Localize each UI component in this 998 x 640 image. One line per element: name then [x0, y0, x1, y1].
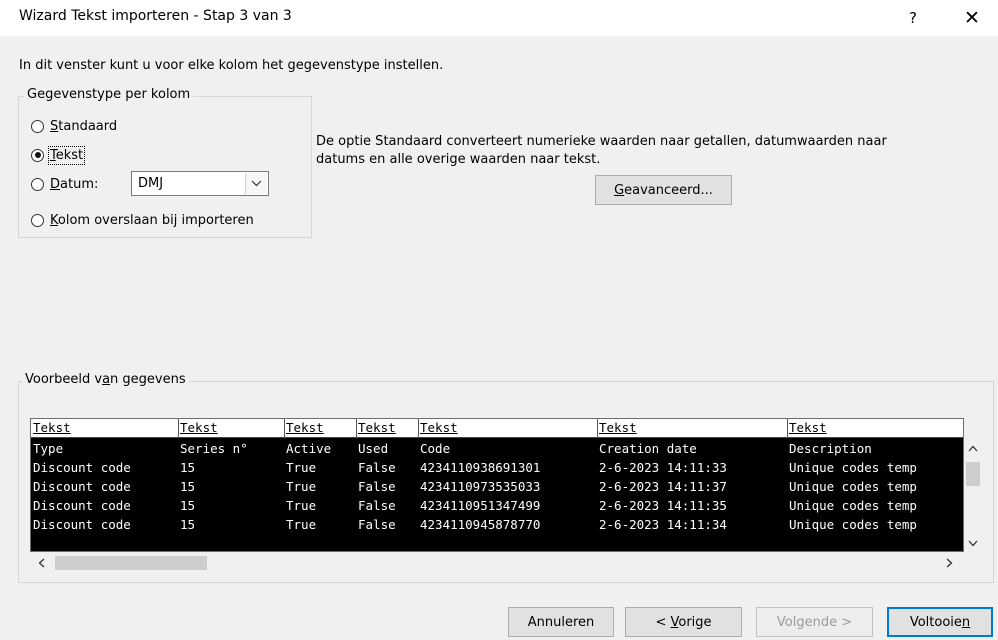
table-cell: True [286, 460, 317, 475]
column-header[interactable]: Tekst [787, 419, 963, 437]
back-button[interactable]: < Vorige [625, 607, 742, 637]
table-cell: Series n° [180, 441, 248, 456]
column-divider [787, 419, 788, 438]
table-cell: 15 [180, 479, 196, 494]
scroll-right-icon[interactable] [946, 557, 953, 572]
table-cell: Unique codes temp [789, 498, 917, 513]
radio-tekst-label: Tekst [47, 145, 86, 165]
date-format-value: DMJ [138, 176, 164, 191]
advanced-button-label: Geavanceerd... [614, 182, 713, 198]
table-cell: 15 [180, 460, 196, 475]
scroll-up-icon[interactable] [968, 441, 978, 456]
column-divider [418, 419, 419, 438]
scroll-left-icon[interactable] [38, 557, 45, 572]
radio-kolom-overslaan-label: Kolom overslaan bij importeren [50, 212, 254, 228]
table-cell: 15 [180, 517, 196, 532]
table-cell: True [286, 498, 317, 513]
finish-button-label: Voltooien [909, 614, 971, 630]
radio-datum[interactable]: Datum: [31, 174, 98, 194]
preview-data-area[interactable]: Type Series n° Active Used Code Creation… [31, 438, 963, 551]
table-cell: True [286, 479, 317, 494]
radio-tekst[interactable]: Tekst [31, 145, 86, 165]
table-cell: False [358, 479, 396, 494]
table-cell: False [358, 517, 396, 532]
description-line-2: datums en alle overige waarden naar teks… [316, 152, 601, 167]
table-cell: Discount code [33, 479, 131, 494]
column-header[interactable]: Tekst [356, 419, 418, 437]
window-title: Wizard Tekst importeren - Stap 3 van 3 [19, 8, 292, 24]
column-header[interactable]: Tekst [597, 419, 787, 437]
back-button-label: < Vorige [655, 614, 712, 630]
vertical-scrollbar[interactable] [964, 438, 982, 552]
table-cell: Type [33, 441, 64, 456]
column-header[interactable]: Tekst [418, 419, 597, 437]
next-button-label: Volgende > [776, 614, 853, 630]
help-icon: ? [909, 9, 917, 27]
radio-kolom-overslaan[interactable]: Kolom overslaan bij importeren [31, 210, 254, 230]
cancel-button[interactable]: Annuleren [508, 607, 614, 637]
intro-text: In dit venster kunt u voor elke kolom he… [19, 58, 444, 73]
cancel-button-label: Annuleren [527, 614, 595, 630]
table-cell: Unique codes temp [789, 517, 917, 532]
table-cell: 4234110945878770 [420, 517, 541, 532]
column-divider [178, 419, 179, 438]
standard-description: De optie Standaard converteert numerieke… [316, 133, 887, 169]
table-cell: 2-6-2023 14:11:37 [599, 479, 727, 494]
date-format-select[interactable]: DMJ [131, 171, 269, 196]
table-cell: True [286, 517, 317, 532]
radio-datum-label: Datum: [50, 176, 99, 192]
preview-legend: Voorbeeld van gegevens [22, 372, 189, 387]
table-cell: Discount code [33, 517, 131, 532]
table-cell: False [358, 460, 396, 475]
column-divider [284, 419, 285, 438]
table-cell: Discount code [33, 498, 131, 513]
title-bar: Wizard Tekst importeren - Stap 3 van 3 ?… [0, 0, 998, 36]
table-cell: Unique codes temp [789, 479, 917, 494]
radio-datum-circle[interactable] [31, 177, 44, 191]
table-cell: Used [358, 441, 389, 456]
table-cell: False [358, 498, 396, 513]
radio-standaard-circle[interactable] [31, 119, 44, 133]
preview-header-row: Tekst Tekst Tekst Tekst Tekst Tekst Teks… [31, 419, 963, 438]
table-cell: Creation date [599, 441, 697, 456]
help-button[interactable]: ? [895, 4, 931, 32]
data-preview[interactable]: Tekst Tekst Tekst Tekst Tekst Tekst Teks… [30, 418, 964, 552]
table-cell: 15 [180, 498, 196, 513]
table-cell: 4234110973535033 [420, 479, 541, 494]
finish-button[interactable]: Voltooien [887, 607, 993, 637]
radio-standaard-label: Standaard [50, 118, 118, 134]
column-header[interactable]: Tekst [178, 419, 284, 437]
table-cell: Discount code [33, 460, 131, 475]
column-divider [597, 419, 598, 438]
chevron-down-icon[interactable] [245, 173, 267, 194]
column-divider [356, 419, 357, 438]
table-cell: Description [789, 441, 872, 456]
description-line-1: De optie Standaard converteert numerieke… [316, 134, 887, 149]
horizontal-scrollbar[interactable] [30, 552, 964, 574]
vertical-scroll-thumb[interactable] [966, 462, 980, 486]
radio-standaard[interactable]: Standaard [31, 116, 117, 136]
radio-tekst-circle[interactable] [31, 148, 44, 162]
table-cell: Code [420, 441, 451, 456]
column-type-legend: Gegevenstype per kolom [24, 87, 194, 102]
advanced-button[interactable]: Geavanceerd... [595, 175, 732, 205]
table-cell: Unique codes temp [789, 460, 917, 475]
column-header[interactable]: Tekst [31, 419, 178, 437]
table-cell: 2-6-2023 14:11:33 [599, 460, 727, 475]
horizontal-scroll-thumb[interactable] [55, 556, 207, 570]
radio-kolom-overslaan-circle[interactable] [31, 213, 44, 227]
close-icon: ✕ [964, 7, 980, 29]
close-button[interactable]: ✕ [952, 4, 992, 32]
scroll-down-icon[interactable] [968, 536, 978, 551]
column-header[interactable]: Tekst [284, 419, 356, 437]
table-cell: 4234110938691301 [420, 460, 541, 475]
table-cell: 4234110951347499 [420, 498, 541, 513]
table-cell: 2-6-2023 14:11:35 [599, 498, 727, 513]
table-cell: 2-6-2023 14:11:34 [599, 517, 727, 532]
next-button[interactable]: Volgende > [756, 607, 873, 637]
table-cell: Active [286, 441, 332, 456]
